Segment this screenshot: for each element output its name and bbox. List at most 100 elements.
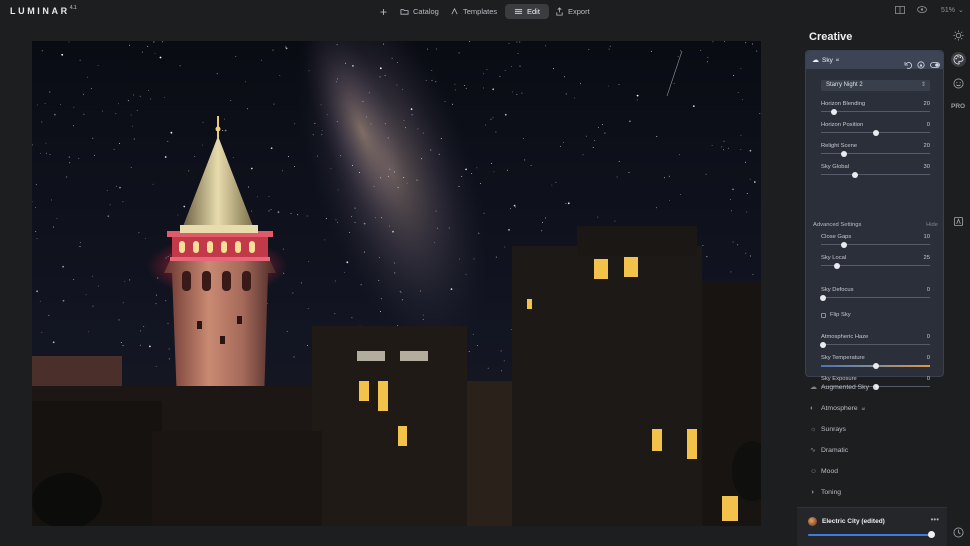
sky-tool-card: ☁ Sky AI Starry Night 2 ⇕ Horizon Blendin… [805,50,944,390]
tool-category-rail: PRO [947,23,970,546]
preset-name: Electric City (edited) [822,518,885,525]
slider-label: Horizon Position [821,122,864,128]
active-preset-bar[interactable]: Electric City (edited) ••• [797,507,947,546]
sunrays-icon: ☼ [810,426,817,433]
slider-value: 0 [926,287,930,293]
slider-knob[interactable] [840,150,847,157]
sky-card-header[interactable]: ☁ Sky AI [806,51,943,69]
slider-label: Relight Scene [821,143,858,149]
horizon-position-slider[interactable]: Horizon Position 0 [821,122,930,136]
creative-palette-icon[interactable] [951,52,966,67]
slider-track[interactable] [821,244,930,245]
slider-knob[interactable] [834,262,841,269]
portrait-face-icon[interactable] [951,76,966,91]
slider-value: 0 [926,355,930,361]
slider-value: 20 [923,143,930,149]
atmospheric-haze-slider[interactable]: Atmospheric Haze 0 [820,334,930,348]
edited-photo [32,41,761,526]
hide-advanced-link[interactable]: Hide [926,222,938,228]
close-gaps-slider[interactable]: Close Gaps 10 [821,234,930,248]
pro-tools-label[interactable]: PRO [951,103,965,110]
slider-knob[interactable] [872,129,879,136]
cloud-icon: ☁ [812,57,819,64]
tool-augmented-sky[interactable]: ☁ Augmented Sky AI [810,384,876,391]
slider-track[interactable] [821,111,930,112]
slider-knob[interactable] [851,171,858,178]
slider-label: Sky Defocus [821,287,854,293]
slider-value: 0 [926,376,930,382]
top-bar: LUMINAR4.1 + Catalog Templates Edit Expo… [0,0,970,23]
slider-label: Atmospheric Haze [821,334,869,340]
slider-label: Horizon Blending [821,101,866,107]
slider-label: Close Gaps [821,234,852,240]
slider-track[interactable] [821,344,930,345]
dramatic-icon: ∿ [810,447,816,454]
photo-canvas[interactable] [32,41,761,526]
tool-dramatic[interactable]: ∿ Dramatic [810,447,848,454]
advanced-settings-header[interactable]: Advanced Settings Hide [813,222,938,228]
slider-track[interactable] [821,174,930,175]
sky-defocus-slider[interactable]: Sky Defocus 0 [820,287,930,301]
sliders-icon [514,9,523,14]
slider-label: Sky Local [821,255,847,261]
add-icon[interactable]: + [380,4,387,19]
horizon-blending-slider[interactable]: Horizon Blending 20 [821,101,930,115]
tool-sunrays[interactable]: ☼ Sunrays [810,426,846,433]
edit-tab[interactable]: Edit [505,4,549,19]
more-options-icon[interactable]: ••• [931,515,939,524]
sky-temperature-slider[interactable]: Sky Temperature 0 [821,355,930,369]
preset-amount-knob[interactable] [928,531,936,538]
slider-value: 0 [926,122,930,128]
panel-title: Creative [809,31,853,43]
slider-knob[interactable] [820,341,827,348]
relight-scene-slider[interactable]: Relight Scene 20 [821,143,930,157]
preset-amount-track[interactable] [808,534,932,536]
essentials-sun-icon[interactable] [951,28,966,43]
preview-eye-icon[interactable] [917,6,927,13]
slider-knob[interactable] [872,362,879,369]
slider-knob[interactable] [820,294,827,301]
augmented-sky-icon: ☁ [810,384,817,391]
chevron-down-icon: ⌄ [958,7,964,14]
app-logo: LUMINAR4.1 [10,5,77,16]
slider-value: 25 [923,255,930,261]
mood-icon: ☺ [810,468,818,475]
export-button[interactable]: Export [555,4,590,19]
toning-icon: ◑ [810,489,815,496]
chevron-updown-icon: ⇕ [920,82,926,88]
tool-mood[interactable]: ☺ Mood [810,468,838,475]
slider-value: 0 [926,334,930,340]
slider-track[interactable] [821,153,930,154]
slider-value: 10 [923,234,930,240]
flip-sky-checkbox[interactable]: Flip Sky [821,312,851,318]
templates-button[interactable]: Templates [450,4,497,19]
catalog-button[interactable]: Catalog [400,4,439,19]
undo-icon[interactable] [904,56,912,69]
sky-selection-dropdown[interactable]: Starry Night 2 ⇕ [821,80,930,91]
checkbox-box[interactable] [821,312,826,318]
ai-template-icon[interactable] [951,214,966,229]
slider-label: Sky Exposure [821,376,857,382]
mask-icon[interactable] [917,56,925,69]
history-clock-icon[interactable] [951,525,966,540]
export-icon [556,7,563,16]
slider-knob[interactable] [840,241,847,248]
compare-icon[interactable] [895,6,905,14]
toggle-visibility-icon[interactable] [930,56,940,68]
slider-value: 30 [923,164,930,170]
sky-global-slider[interactable]: Sky Global 30 [821,164,930,178]
slider-value: 20 [923,101,930,107]
slider-knob[interactable] [831,108,838,115]
slider-label: Sky Global [821,164,850,170]
folder-icon [400,9,409,15]
slider-track[interactable] [821,297,930,298]
tools-panel: Creative ☁ Sky AI Starry Night 2 ⇕ Horizo… [797,23,947,546]
preset-thumbnail [808,517,817,526]
templates-icon [451,7,458,15]
zoom-dropdown[interactable]: 51% ⌄ [941,6,964,15]
slider-label: Sky Temperature [821,355,865,361]
tool-atmosphere[interactable]: ◐ Atmosphere AI [810,405,865,412]
atmosphere-icon: ◐ [810,405,815,412]
tool-toning[interactable]: ◑ Toning [810,489,841,496]
sky-local-slider[interactable]: Sky Local 25 [821,255,930,269]
